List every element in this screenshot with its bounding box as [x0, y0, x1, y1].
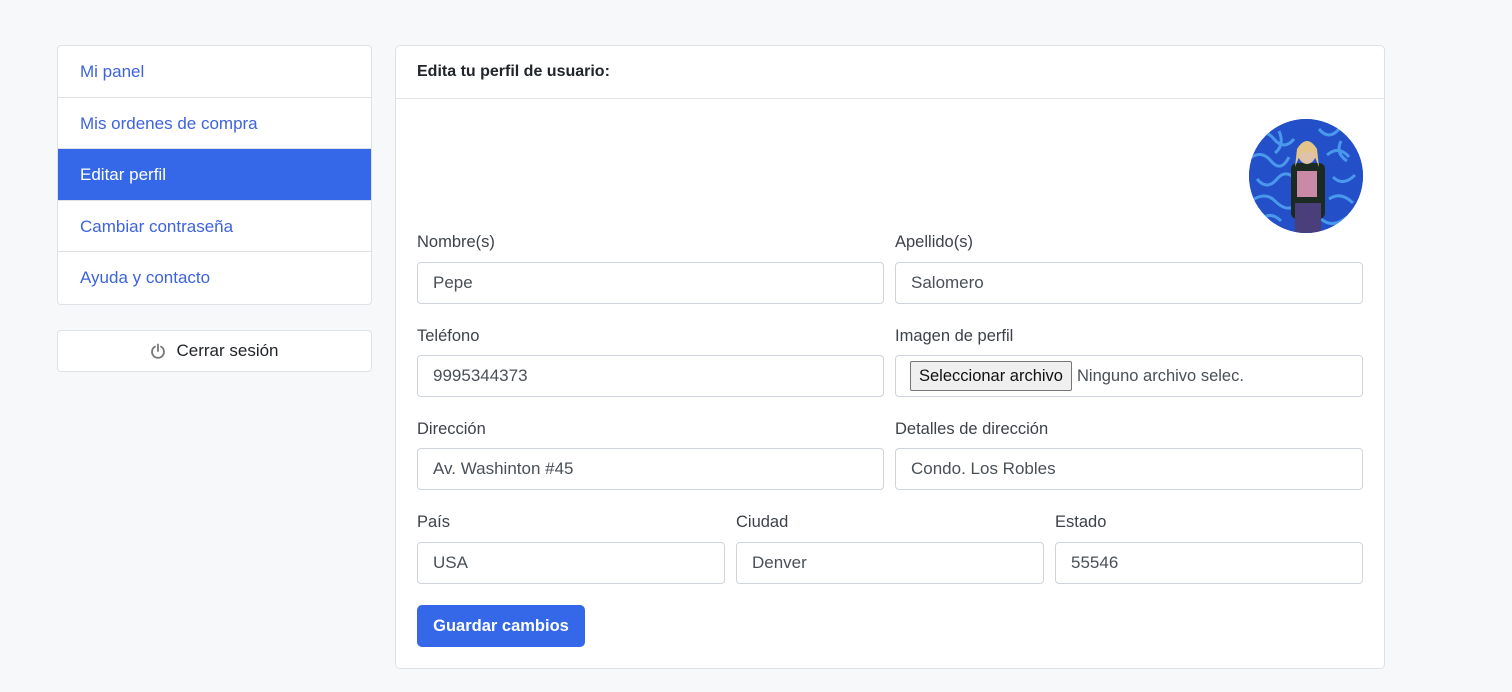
nombre-label: Nombre(s)	[417, 233, 495, 251]
save-button[interactable]: Guardar cambios	[417, 605, 585, 647]
file-status: Ninguno archivo selec.	[1077, 366, 1244, 385]
select-file-button[interactable]: Seleccionar archivo	[910, 361, 1072, 391]
sidebar-item-editar-perfil[interactable]: Editar perfil	[58, 149, 371, 201]
apellido-label: Apellido(s)	[895, 233, 973, 251]
apellido-input[interactable]	[895, 262, 1363, 304]
detalles-label: Detalles de dirección	[895, 420, 1049, 438]
sidebar-nav: Mi panel Mis ordenes de compra Editar pe…	[57, 45, 372, 305]
ciudad-input[interactable]	[736, 542, 1044, 584]
sidebar-item-ordenes[interactable]: Mis ordenes de compra	[58, 98, 371, 150]
card-title: Edita tu perfil de usuario:	[396, 46, 1384, 99]
file-input[interactable]: Seleccionar archivo Ninguno archivo sele…	[895, 355, 1363, 397]
power-icon	[150, 343, 166, 359]
sidebar: Mi panel Mis ordenes de compra Editar pe…	[57, 45, 372, 372]
logout-button[interactable]: Cerrar sesión	[57, 329, 372, 372]
estado-input[interactable]	[1055, 542, 1363, 584]
telefono-input[interactable]	[417, 355, 884, 397]
direccion-label: Dirección	[417, 420, 486, 438]
sidebar-item-mi-panel[interactable]: Mi panel	[58, 46, 371, 98]
estado-label: Estado	[1055, 513, 1107, 531]
nombre-input[interactable]	[417, 262, 884, 304]
logout-label: Cerrar sesión	[176, 340, 279, 360]
detalles-input[interactable]	[895, 448, 1363, 490]
ciudad-label: Ciudad	[736, 513, 789, 531]
pais-label: País	[417, 513, 451, 531]
telefono-label: Teléfono	[417, 327, 480, 345]
sidebar-item-cambiar-contrasena[interactable]: Cambiar contraseña	[58, 201, 371, 253]
pais-input[interactable]	[417, 542, 725, 584]
avatar	[1249, 119, 1363, 233]
profile-card: Edita tu perfil de usuario: Nombre(s) Pe…	[395, 45, 1385, 669]
imagen-label: Imagen de perfil	[895, 327, 1014, 345]
sidebar-item-ayuda[interactable]: Ayuda y contacto	[58, 252, 371, 304]
direccion-input[interactable]	[417, 448, 884, 490]
